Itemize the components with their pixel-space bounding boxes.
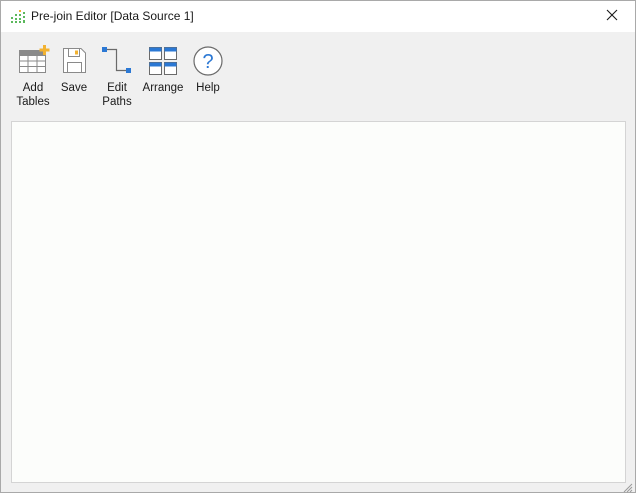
add-table-icon: [16, 44, 50, 78]
add-tables-label: Add Tables: [16, 82, 50, 108]
add-tables-button[interactable]: Add Tables: [13, 44, 53, 112]
help-icon: ?: [191, 44, 225, 78]
resize-grip-icon[interactable]: [623, 480, 633, 493]
title-bar[interactable]: Pre-join Editor [Data Source 1]: [1, 1, 635, 32]
arrange-label: Arrange: [142, 82, 184, 94]
save-label: Save: [60, 82, 88, 94]
window-title: Pre-join Editor [Data Source 1]: [31, 9, 194, 23]
edit-paths-icon: [100, 44, 134, 78]
join-diagram-canvas[interactable]: [11, 121, 626, 483]
arrange-button[interactable]: Arrange: [140, 44, 186, 112]
bar-chart-app-icon: [11, 9, 25, 24]
save-button[interactable]: Save: [57, 44, 91, 112]
toolbar: Add Tables Save Edit Paths Arrange ? Hel…: [1, 32, 635, 116]
save-icon: [57, 44, 91, 78]
edit-paths-label: Edit Paths: [102, 82, 132, 108]
close-icon: [606, 8, 618, 26]
close-button[interactable]: [589, 1, 635, 32]
svg-text:?: ?: [202, 51, 213, 73]
edit-paths-button[interactable]: Edit Paths: [98, 44, 136, 112]
help-button[interactable]: ? Help: [190, 44, 226, 112]
arrange-icon: [146, 44, 180, 78]
pre-join-editor-window: Pre-join Editor [Data Source 1] Add Tabl…: [0, 0, 636, 493]
help-label: Help: [196, 82, 220, 94]
